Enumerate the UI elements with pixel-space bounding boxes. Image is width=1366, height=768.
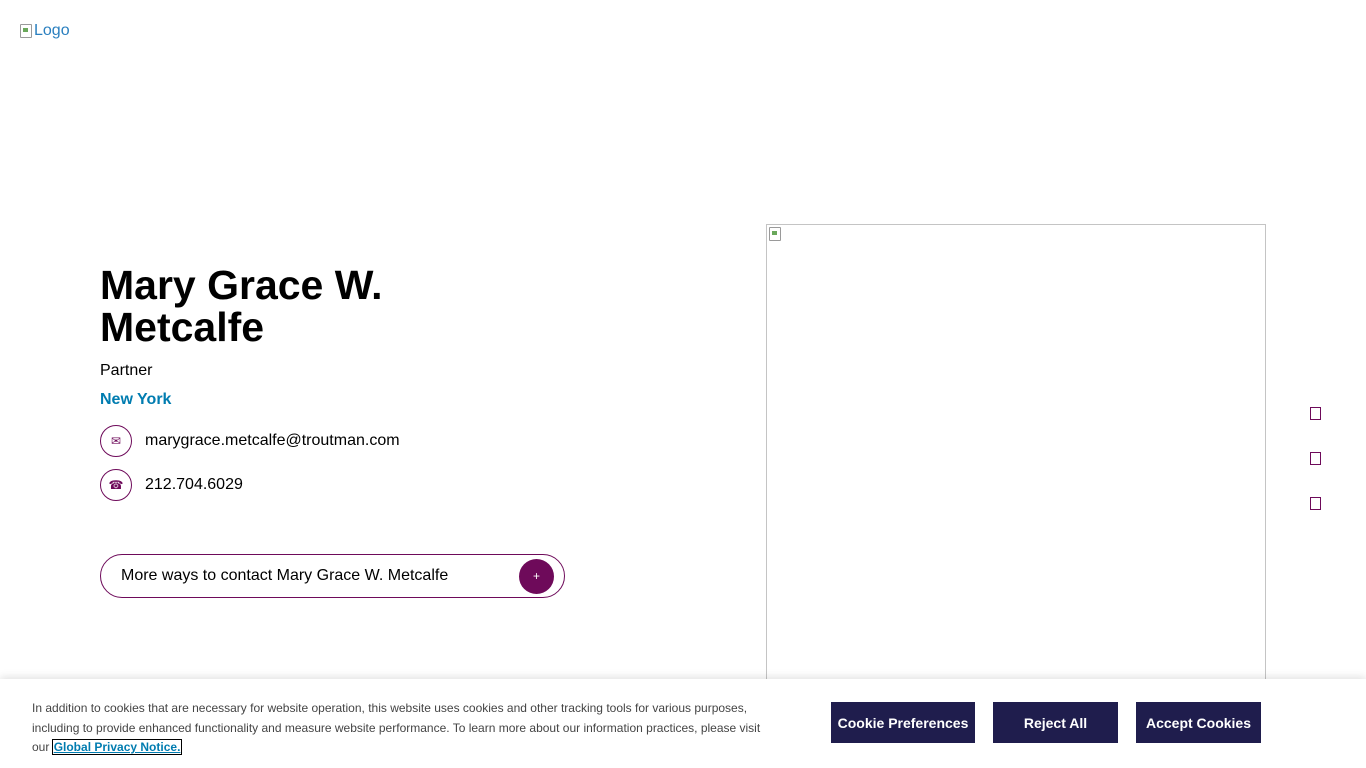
privacy-notice-link[interactable]: Global Privacy Notice. [51, 739, 183, 755]
phone-icon: ☎ [100, 469, 132, 501]
email-link[interactable]: marygrace.metcalfe@troutman.com [145, 432, 400, 450]
attorney-profile: Mary Grace W. Metcalfe Partner New York … [100, 264, 620, 501]
download-icon[interactable] [1308, 496, 1323, 511]
logo-alt-text: Logo [34, 22, 70, 39]
plus-icon[interactable]: + [519, 558, 554, 594]
envelope-icon: ✉ [100, 425, 132, 457]
accept-cookies-button[interactable]: Accept Cookies [1136, 702, 1261, 743]
share-icon[interactable] [1308, 406, 1323, 421]
cookie-text: In addition to cookies that are necessar… [32, 699, 762, 758]
email-row: ✉ marygrace.metcalfe@troutman.com [100, 425, 620, 457]
office-link[interactable]: New York [100, 391, 171, 409]
more-contact-label: More ways to contact Mary Grace W. Metca… [121, 567, 449, 584]
phone-link[interactable]: 212.704.6029 [145, 476, 243, 494]
attorney-name: Mary Grace W. Metcalfe [100, 262, 383, 350]
broken-image-icon [769, 227, 781, 241]
side-action-bar [1308, 406, 1323, 511]
cookie-preferences-button[interactable]: Cookie Preferences [831, 702, 975, 743]
broken-image-icon [20, 24, 32, 38]
attorney-photo [766, 224, 1266, 694]
phone-row: ☎ 212.704.6029 [100, 469, 620, 501]
reject-all-button[interactable]: Reject All [993, 702, 1118, 743]
print-icon[interactable] [1308, 451, 1323, 466]
site-logo[interactable]: Logo [20, 22, 70, 40]
more-contact-button[interactable]: More ways to contact Mary Grace W. Metca… [100, 554, 565, 598]
attorney-title: Partner [100, 362, 153, 379]
cookie-banner: In addition to cookies that are necessar… [0, 679, 1366, 768]
